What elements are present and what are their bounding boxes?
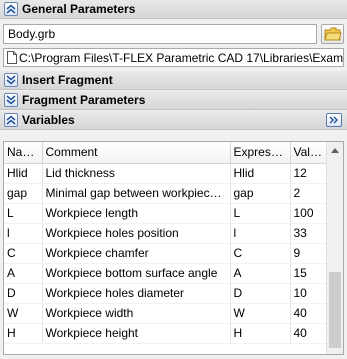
- cell-name[interactable]: A: [4, 263, 43, 284]
- vertical-scrollbar[interactable]: [326, 142, 343, 354]
- chevron-up-icon[interactable]: [4, 113, 18, 127]
- cell-comment[interactable]: Workpiece height: [42, 323, 231, 344]
- cell-value[interactable]: 2: [290, 183, 327, 204]
- table-row[interactable]: C Workpiece chamfer C 9: [4, 243, 327, 264]
- table-header-row: Name Comment Expression Value: [4, 142, 327, 164]
- cell-expression[interactable]: C: [230, 243, 291, 264]
- column-header-comment[interactable]: Comment: [42, 142, 231, 164]
- column-header-expression[interactable]: Expression: [230, 142, 291, 164]
- cell-name[interactable]: Hlid: [4, 163, 43, 184]
- table-row[interactable]: W Workpiece width W 40: [4, 303, 327, 324]
- cell-expression[interactable]: D: [230, 283, 291, 304]
- cell-value[interactable]: 33: [290, 223, 327, 244]
- cell-comment[interactable]: Workpiece bottom surface angle: [42, 263, 231, 284]
- column-header-value[interactable]: Value: [290, 142, 327, 164]
- scroll-up-arrow[interactable]: [327, 142, 343, 159]
- cell-name[interactable]: L: [4, 203, 43, 224]
- cell-comment[interactable]: Minimal gap between workpiece and lid: [42, 183, 231, 204]
- table-row[interactable]: Hlid Lid thickness Hlid 12: [4, 163, 327, 184]
- cell-expression[interactable]: Hlid: [230, 163, 291, 184]
- cell-expression[interactable]: W: [230, 303, 291, 324]
- section-general-parameters[interactable]: General Parameters: [0, 0, 347, 19]
- section-title: Insert Fragment: [22, 73, 113, 87]
- cell-comment[interactable]: Lid thickness: [42, 163, 231, 184]
- variables-table[interactable]: Name Comment Expression Value Hlid Lid t…: [3, 141, 344, 355]
- file-name-field[interactable]: Body.grb: [3, 24, 317, 44]
- cell-expression[interactable]: H: [230, 323, 291, 344]
- section-title: Fragment Parameters: [22, 93, 146, 107]
- cell-name[interactable]: l: [4, 223, 43, 244]
- folder-icon: [323, 27, 342, 41]
- section-fragment-parameters[interactable]: Fragment Parameters: [0, 91, 347, 110]
- cell-comment[interactable]: Workpiece chamfer: [42, 243, 231, 264]
- table-row[interactable]: D Workpiece holes diameter D 10: [4, 283, 327, 304]
- cell-comment[interactable]: Workpiece length: [42, 203, 231, 224]
- table-row[interactable]: l Workpiece holes position l 33: [4, 223, 327, 244]
- cell-comment[interactable]: Workpiece width: [42, 303, 231, 324]
- cell-name[interactable]: W: [4, 303, 43, 324]
- cell-value[interactable]: 40: [290, 303, 327, 324]
- cell-name[interactable]: D: [4, 283, 43, 304]
- cell-value[interactable]: 40: [290, 323, 327, 344]
- section-variables[interactable]: Variables: [0, 111, 347, 130]
- cell-comment[interactable]: Workpiece holes position: [42, 223, 231, 244]
- cell-comment[interactable]: Workpiece holes diameter: [42, 283, 231, 304]
- cell-expression[interactable]: L: [230, 203, 291, 224]
- column-header-name[interactable]: Name: [4, 142, 43, 164]
- browse-button[interactable]: [321, 24, 344, 44]
- cell-expression[interactable]: gap: [230, 183, 291, 204]
- chevron-down-icon[interactable]: [4, 93, 18, 107]
- table-row[interactable]: H Workpiece height H 40: [4, 323, 327, 344]
- cell-name[interactable]: H: [4, 323, 43, 344]
- cell-expression[interactable]: l: [230, 223, 291, 244]
- cell-value[interactable]: 15: [290, 263, 327, 284]
- document-icon: [7, 51, 17, 64]
- chevron-up-icon[interactable]: [4, 2, 18, 16]
- scrollbar-thumb[interactable]: [329, 272, 341, 348]
- section-title: General Parameters: [22, 2, 136, 16]
- table-row[interactable]: A Workpiece bottom surface angle A 15: [4, 263, 327, 284]
- cell-value[interactable]: 100: [290, 203, 327, 224]
- path-field[interactable]: C:\Program Files\T-FLEX Parametric CAD 1…: [3, 48, 344, 67]
- path-text: C:\Program Files\T-FLEX Parametric CAD 1…: [19, 50, 344, 65]
- table-row[interactable]: L Workpiece length L 100: [4, 203, 327, 224]
- section-insert-fragment[interactable]: Insert Fragment: [0, 71, 347, 90]
- cell-value[interactable]: 12: [290, 163, 327, 184]
- double-chevron-right-icon[interactable]: [326, 113, 342, 127]
- cell-name[interactable]: C: [4, 243, 43, 264]
- cell-name[interactable]: gap: [4, 183, 43, 204]
- section-title: Variables: [22, 113, 75, 127]
- cell-expression[interactable]: A: [230, 263, 291, 284]
- cell-value[interactable]: 10: [290, 283, 327, 304]
- cell-value[interactable]: 9: [290, 243, 327, 264]
- table-row[interactable]: gap Minimal gap between workpiece and li…: [4, 183, 327, 204]
- chevron-down-icon[interactable]: [4, 73, 18, 87]
